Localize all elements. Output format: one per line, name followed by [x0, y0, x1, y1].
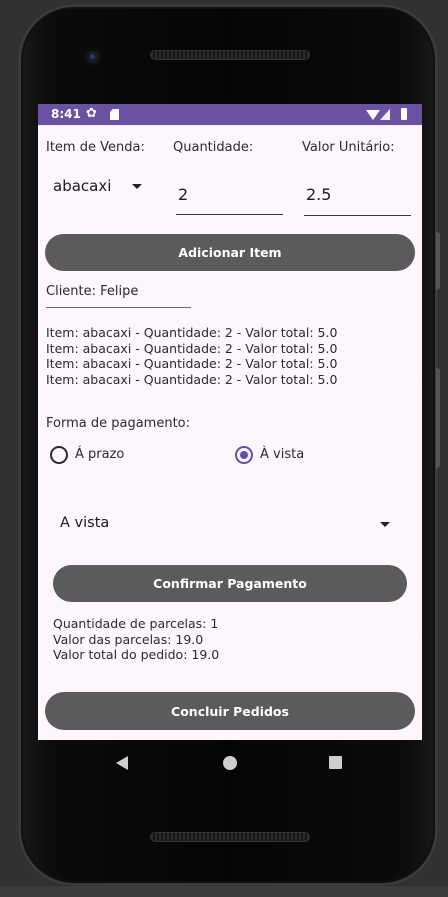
list-item: Item: abacaxi - Quantidade: 2 - Valor to… [46, 371, 338, 387]
wifi-icon [366, 110, 380, 120]
payment-label: Forma de pagamento: [46, 416, 190, 431]
system-nav-bar [38, 740, 422, 786]
radio-vista[interactable]: À vista [235, 444, 345, 468]
battery-icon [401, 108, 407, 120]
unit-value-input[interactable] [304, 174, 411, 216]
chevron-down-icon [132, 184, 142, 189]
item-spinner[interactable]: abacaxi [44, 170, 154, 202]
top-speaker [150, 50, 310, 60]
client-text: Cliente: Felipe [46, 284, 139, 299]
radio-vista-circle [235, 446, 253, 464]
confirm-payment-button[interactable]: Confirmar Pagamento [53, 565, 407, 602]
radio-prazo-label: Á prazo [75, 447, 125, 462]
list-item: Item: abacaxi - Quantidade: 2 - Valor to… [46, 356, 338, 371]
status-bar: 8:41 ✿ [38, 104, 422, 125]
installment-value: Valor das parcelas: 19.0 [53, 631, 204, 647]
order-items-list: Item: abacaxi - Quantidade: 2 - Valor to… [46, 325, 337, 387]
add-item-button[interactable]: Adicionar Item [45, 234, 415, 271]
app-screen: 8:41 ✿ Item de Venda: Quantidade: Valor … [38, 104, 422, 740]
status-time: 8:41 [51, 107, 81, 121]
order-total: Valor total do pedido: 19.0 [53, 647, 220, 662]
home-icon[interactable] [223, 756, 237, 770]
list-item: Item: abacaxi - Quantidade: 2 - Valor to… [46, 325, 338, 340]
quantity-label: Quantidade: [173, 140, 254, 155]
item-spinner-value: abacaxi [53, 177, 112, 195]
unit-value-label: Valor Unitário: [302, 140, 395, 155]
sd-card-icon [110, 109, 119, 120]
radio-prazo-circle [50, 446, 68, 464]
client-divider [46, 307, 191, 308]
payment-dropdown[interactable]: A vista [52, 508, 396, 540]
volume-button [436, 232, 440, 290]
gear-icon: ✿ [86, 106, 97, 121]
item-label: Item de Venda: [46, 140, 145, 155]
payment-summary: Quantidade de parcelas: 1 Valor das parc… [53, 616, 219, 663]
recent-apps-icon[interactable] [329, 756, 342, 769]
chevron-down-icon [380, 522, 390, 527]
bottom-speaker [150, 832, 310, 842]
desktop-strip [0, 886, 448, 897]
front-camera [84, 48, 102, 66]
back-icon[interactable] [116, 756, 128, 770]
signal-icon [380, 109, 390, 120]
conclude-orders-button[interactable]: Concluir Pedidos [45, 692, 415, 730]
radio-prazo[interactable]: Á prazo [50, 444, 160, 468]
list-item: Item: abacaxi - Quantidade: 2 - Valor to… [46, 340, 338, 356]
quantity-input[interactable] [176, 174, 283, 215]
radio-vista-label: À vista [260, 447, 305, 462]
installments-count: Quantidade de parcelas: 1 [53, 616, 219, 631]
power-button [436, 368, 440, 468]
payment-dropdown-value: A vista [60, 515, 110, 531]
